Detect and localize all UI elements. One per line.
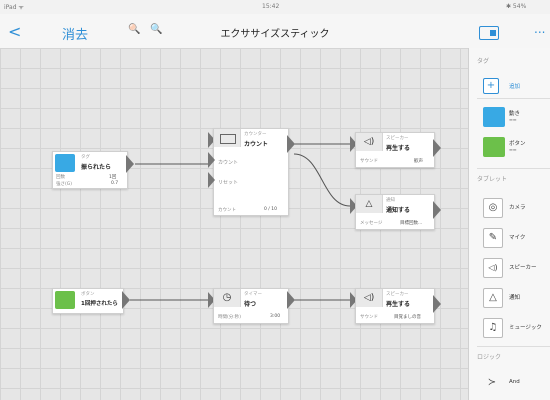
output-port[interactable] bbox=[122, 291, 130, 309]
node-counter[interactable]: カウンター カウント カウント リセット カウント 0 / 10 bbox=[213, 128, 289, 216]
clock-text: 15:42 bbox=[262, 3, 280, 10]
param-label: メッセージ bbox=[360, 221, 383, 226]
node-speaker-2[interactable]: ◁) スピーカー 再生する サウンド 目覚ましの音 bbox=[355, 288, 435, 324]
param-label: サウンド bbox=[360, 315, 378, 320]
node-title: 待つ bbox=[244, 301, 257, 308]
tag-item-button[interactable]: ボタン ▬▬ bbox=[469, 134, 550, 162]
plus-icon: + bbox=[483, 78, 499, 94]
param-value: 0 / 10 bbox=[264, 207, 277, 212]
param-value: 目標回数... bbox=[400, 221, 423, 226]
node-title: 1回押されたら bbox=[81, 301, 118, 307]
button-tag-icon bbox=[483, 137, 505, 157]
node-type-label: タグ bbox=[81, 155, 90, 160]
node-title: 再生する bbox=[386, 145, 411, 152]
more-button[interactable]: ... bbox=[534, 22, 545, 36]
tag-name: 動き bbox=[509, 111, 521, 117]
param-label: サウンド bbox=[360, 159, 378, 164]
tablet-item-label: カメラ bbox=[509, 205, 526, 211]
node-speaker-1[interactable]: ◁) スピーカー 再生する サウンド 歓声 bbox=[355, 132, 435, 168]
tablet-item-label: ミュージック bbox=[509, 325, 542, 331]
panel-icon bbox=[490, 30, 496, 36]
tag-button-icon bbox=[55, 291, 75, 309]
tablet-item-label: 通知 bbox=[509, 295, 521, 301]
count-input-label: カウント bbox=[218, 160, 239, 166]
node-notify[interactable]: △ 通知 通知する メッセージ 目標回数... bbox=[355, 194, 435, 230]
block-library-sidebar: タグ + 追加 動き ▬▬ ボタン ▬▬ タブレット ◎ カメラ ✎ マイク ◁… bbox=[468, 48, 550, 400]
tablet-item-speaker[interactable]: ◁) スピーカー bbox=[469, 254, 550, 282]
add-tag-button[interactable]: + 追加 bbox=[469, 76, 550, 104]
speaker-icon: ◁) bbox=[356, 289, 383, 307]
library-toggle-button[interactable] bbox=[479, 26, 499, 40]
logic-item-and[interactable]: ≻ And bbox=[469, 370, 550, 398]
param-label: 時間(分:秒) bbox=[218, 315, 242, 320]
add-tag-label: 追加 bbox=[509, 84, 521, 90]
tablet-item-music[interactable]: ♫ ミュージック bbox=[469, 314, 550, 342]
param-label: カウント bbox=[218, 208, 236, 213]
tag-motion-icon bbox=[55, 154, 75, 172]
output-port[interactable] bbox=[433, 201, 441, 219]
node-title: カウント bbox=[244, 141, 269, 148]
node-type-label: タイマー bbox=[244, 292, 262, 297]
node-title: 再生する bbox=[386, 301, 411, 308]
node-type-label: カウンター bbox=[244, 132, 267, 137]
input-port[interactable] bbox=[208, 152, 215, 168]
param-value: 3:00 bbox=[270, 314, 281, 319]
param-label: 強さ(G) bbox=[56, 182, 72, 187]
speaker-icon: ◁) bbox=[483, 258, 503, 278]
output-port[interactable] bbox=[433, 295, 441, 313]
section-title-tablet: タブレット bbox=[477, 176, 508, 183]
tag-item-motion[interactable]: 動き ▬▬ bbox=[469, 104, 550, 132]
bell-icon: △ bbox=[483, 288, 503, 308]
node-title: 振られたら bbox=[81, 164, 112, 171]
tag-id: ▬▬ bbox=[509, 117, 517, 122]
microphone-icon: ✎ bbox=[483, 228, 503, 248]
music-icon: ♫ bbox=[483, 318, 503, 338]
output-port[interactable] bbox=[433, 139, 441, 157]
node-type-label: 通知 bbox=[386, 198, 395, 203]
output-port[interactable] bbox=[287, 135, 295, 153]
bell-icon: △ bbox=[356, 195, 383, 213]
page-title: エクササイズスティック bbox=[220, 29, 330, 40]
reset-input-label: リセット bbox=[218, 180, 239, 186]
param-value: 1回 bbox=[109, 175, 117, 180]
speaker-icon: ◁) bbox=[356, 133, 383, 151]
tablet-item-microphone[interactable]: ✎ マイク bbox=[469, 224, 550, 252]
param-value: 0.7 bbox=[111, 181, 119, 186]
tablet-item-label: スピーカー bbox=[509, 265, 537, 271]
node-shake-tag[interactable]: タグ 振られたら 回数 1回 強さ(G) 0.7 bbox=[52, 151, 128, 189]
connection-counter-to-notify bbox=[293, 153, 351, 207]
param-label: 回数 bbox=[56, 175, 65, 180]
node-type-label: スピーカー bbox=[386, 292, 409, 297]
section-title-logic: ロジック bbox=[477, 354, 502, 361]
navigation-bar: < 消去 🔍 🔍 エクササイズスティック ... bbox=[0, 14, 550, 49]
node-type-label: ボタン bbox=[81, 292, 95, 297]
section-title-tags: タグ bbox=[477, 58, 490, 65]
param-value: 目覚ましの音 bbox=[394, 315, 421, 320]
node-type-label: スピーカー bbox=[386, 136, 409, 141]
output-port[interactable] bbox=[126, 155, 134, 173]
logic-item-label: And bbox=[509, 379, 520, 385]
tablet-item-notification[interactable]: △ 通知 bbox=[469, 284, 550, 312]
input-port[interactable] bbox=[208, 172, 215, 188]
status-bar: iPad ᯤ 15:42 ✱ 54% bbox=[0, 0, 550, 14]
node-button-tag[interactable]: ボタン 1回押されたら bbox=[52, 288, 124, 314]
clock-icon: ◷ bbox=[214, 289, 241, 307]
tablet-item-label: マイク bbox=[509, 235, 526, 241]
program-canvas[interactable]: タグ 振られたら 回数 1回 強さ(G) 0.7 カウンター カウント カウント… bbox=[0, 48, 468, 400]
tablet-item-camera[interactable]: ◎ カメラ bbox=[469, 194, 550, 222]
tag-id: ▬▬ bbox=[509, 147, 517, 152]
camera-icon: ◎ bbox=[483, 198, 503, 218]
output-port[interactable] bbox=[287, 291, 295, 309]
counter-icon bbox=[214, 129, 241, 147]
carrier-text: iPad ᯤ bbox=[4, 4, 24, 11]
motion-tag-icon bbox=[483, 107, 505, 127]
node-title: 通知する bbox=[386, 207, 411, 214]
node-timer[interactable]: ◷ タイマー 待つ 時間(分:秒) 3:00 bbox=[213, 288, 289, 324]
param-value: 歓声 bbox=[414, 159, 423, 164]
battery-text: ✱ 54% bbox=[506, 3, 527, 10]
tag-name: ボタン bbox=[509, 141, 526, 147]
and-gate-icon: ≻ bbox=[487, 377, 497, 388]
